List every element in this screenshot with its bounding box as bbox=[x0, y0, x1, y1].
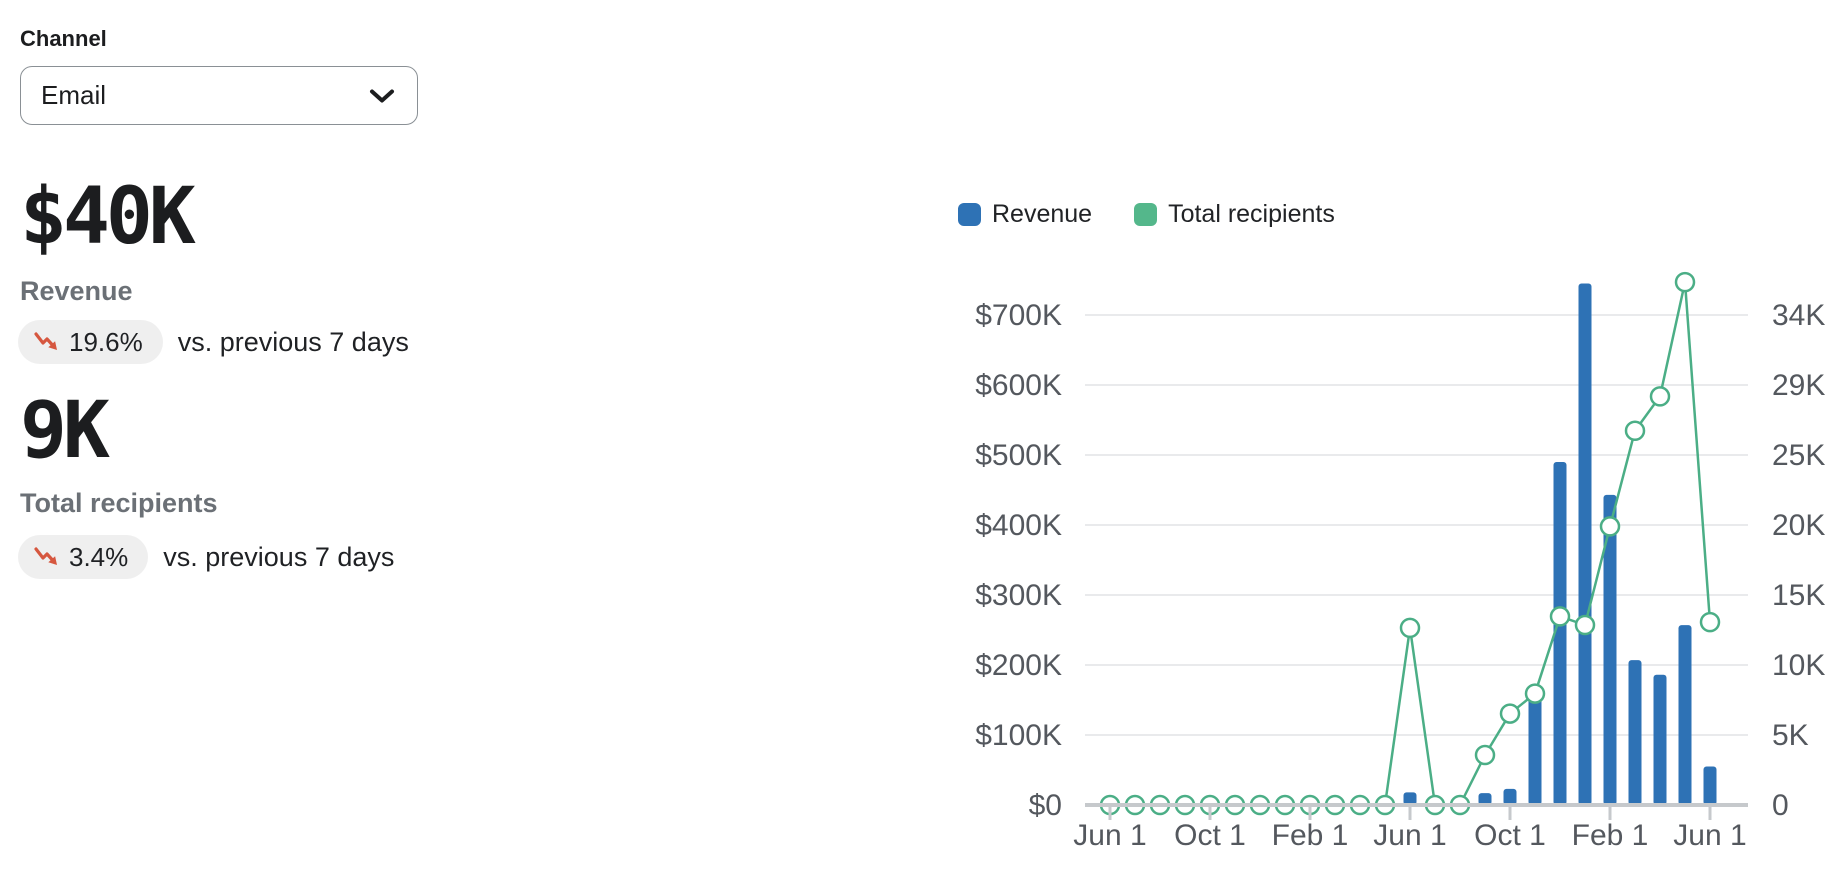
recipients-delta-percent: 3.4% bbox=[69, 542, 128, 573]
revenue-bar bbox=[1579, 284, 1592, 806]
legend-item-recipients: Total recipients bbox=[1134, 200, 1335, 229]
recipients-point bbox=[1601, 517, 1619, 535]
left-axis-label: $300K bbox=[975, 579, 1062, 612]
right-axis-label: 34K bbox=[1772, 299, 1825, 332]
left-axis-label: $200K bbox=[975, 649, 1062, 682]
legend-item-revenue: Revenue bbox=[958, 200, 1092, 229]
left-axis-label: $400K bbox=[975, 509, 1062, 542]
revenue-metric-label: Revenue bbox=[20, 276, 133, 307]
revenue-delta-percent: 19.6% bbox=[69, 327, 143, 358]
revenue-bar bbox=[1504, 789, 1517, 805]
right-axis-label: 20K bbox=[1772, 509, 1825, 542]
recipients-point bbox=[1576, 616, 1594, 634]
legend-label-revenue: Revenue bbox=[992, 200, 1092, 229]
recipients-metric-value: 9K bbox=[20, 392, 106, 470]
recipients-point bbox=[1476, 746, 1494, 764]
x-axis-label: Feb 1 bbox=[1572, 819, 1649, 852]
revenue-bar bbox=[1704, 767, 1717, 806]
channel-label: Channel bbox=[20, 26, 107, 52]
recipients-point bbox=[1401, 619, 1419, 637]
x-axis-label: Jun 1 bbox=[1673, 819, 1746, 852]
chart-legend: Revenue Total recipients bbox=[958, 200, 1335, 229]
left-axis-label: $0 bbox=[1029, 789, 1062, 822]
recipients-delta-row: 3.4% vs. previous 7 days bbox=[18, 535, 394, 579]
recipients-point bbox=[1501, 705, 1519, 723]
recipients-metric-label: Total recipients bbox=[20, 488, 218, 519]
chevron-down-icon bbox=[369, 88, 395, 104]
left-axis-label: $700K bbox=[975, 299, 1062, 332]
recipients-point bbox=[1526, 685, 1544, 703]
recipients-line bbox=[1110, 282, 1710, 805]
channel-select[interactable]: Email bbox=[20, 66, 418, 125]
recipients-point bbox=[1701, 613, 1719, 631]
right-axis-label: 5K bbox=[1772, 719, 1809, 752]
x-axis-label: Feb 1 bbox=[1272, 819, 1349, 852]
recipients-delta-badge: 3.4% bbox=[18, 535, 148, 579]
revenue-comparison-text: vs. previous 7 days bbox=[178, 327, 409, 358]
x-axis-label: Jun 1 bbox=[1073, 819, 1146, 852]
channel-select-value: Email bbox=[41, 80, 106, 111]
trend-down-arrow-icon bbox=[34, 331, 60, 353]
revenue-metric-value: $40K bbox=[20, 178, 192, 256]
right-axis-label: 25K bbox=[1772, 439, 1825, 472]
right-axis-label: 29K bbox=[1772, 369, 1825, 402]
revenue-recipients-combo-chart: Jun 1 Oct 1 Feb 1 Jun 1 Oct 1 Feb 1 Jun 1 $0 $10… bbox=[940, 240, 1848, 880]
left-axis-label: $500K bbox=[975, 439, 1062, 472]
left-axis-label: $600K bbox=[975, 369, 1062, 402]
x-axis-label: Oct 1 bbox=[1174, 819, 1246, 852]
trend-down-arrow-icon bbox=[34, 546, 60, 568]
revenue-bar bbox=[1679, 625, 1692, 805]
recipients-point bbox=[1551, 607, 1569, 625]
recipients-point bbox=[1626, 422, 1644, 440]
revenue-bar bbox=[1529, 699, 1542, 805]
x-axis-label: Jun 1 bbox=[1373, 819, 1446, 852]
revenue-bar bbox=[1629, 660, 1642, 805]
revenue-swatch-icon bbox=[958, 203, 981, 226]
revenue-delta-badge: 19.6% bbox=[18, 320, 163, 364]
right-axis-label: 10K bbox=[1772, 649, 1825, 682]
right-axis-label: 0 bbox=[1772, 789, 1789, 822]
revenue-bar bbox=[1654, 675, 1667, 805]
x-axis-label: Oct 1 bbox=[1474, 819, 1546, 852]
revenue-delta-row: 19.6% vs. previous 7 days bbox=[18, 320, 409, 364]
recipients-point bbox=[1651, 387, 1669, 405]
recipients-point bbox=[1676, 273, 1694, 291]
recipients-comparison-text: vs. previous 7 days bbox=[163, 542, 394, 573]
right-axis-label: 15K bbox=[1772, 579, 1825, 612]
left-axis-label: $100K bbox=[975, 719, 1062, 752]
recipients-swatch-icon bbox=[1134, 203, 1157, 226]
legend-label-recipients: Total recipients bbox=[1168, 200, 1335, 229]
